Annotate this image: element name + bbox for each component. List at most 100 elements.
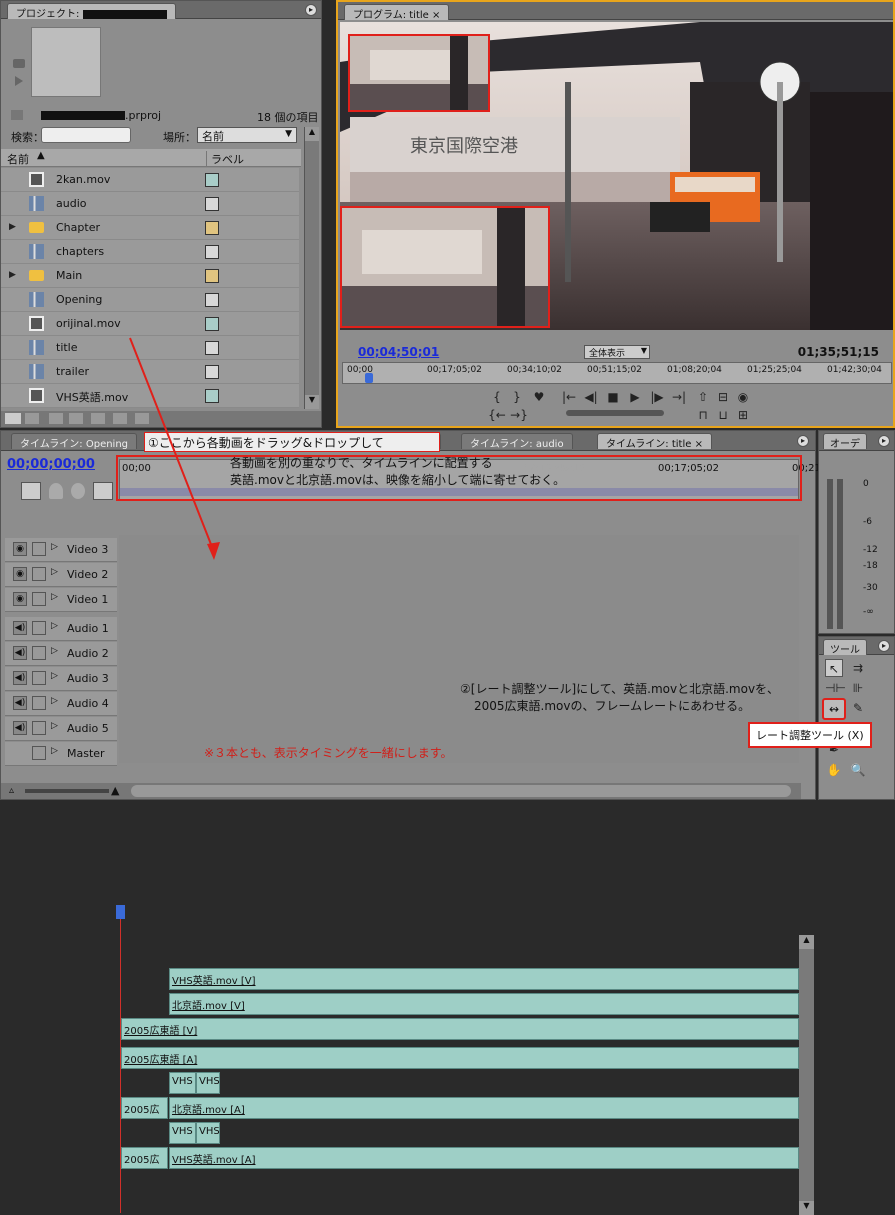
- new-bin-icon[interactable]: [91, 413, 105, 424]
- razor-tool-icon[interactable]: ✎: [849, 699, 867, 717]
- lock-toggle[interactable]: [32, 542, 46, 556]
- panel-menu-icon[interactable]: ▸: [797, 435, 809, 447]
- label-swatch[interactable]: [205, 293, 219, 307]
- project-list-item[interactable]: chapters: [1, 240, 299, 264]
- clip-a4-vhs-1[interactable]: VHS: [169, 1122, 196, 1144]
- tab-timeline-title[interactable]: タイムライン: title ×: [597, 433, 712, 450]
- eye-icon[interactable]: ◉: [13, 592, 27, 606]
- stop-icon[interactable]: ■: [604, 388, 622, 406]
- tab-timeline-audio[interactable]: タイムライン: audio: [461, 433, 573, 450]
- expand-triangle-icon[interactable]: ▶: [9, 222, 16, 232]
- delete-icon[interactable]: [135, 413, 149, 424]
- scroll-down-icon[interactable]: ▼: [799, 1201, 814, 1215]
- shuttle-slider[interactable]: [566, 410, 664, 416]
- panel-menu-icon[interactable]: ▸: [878, 640, 890, 652]
- zoom-tool-icon[interactable]: 🔍: [849, 761, 867, 779]
- lock-toggle[interactable]: [32, 646, 46, 660]
- lock-toggle[interactable]: [32, 746, 46, 760]
- export-frame-icon[interactable]: ◉: [734, 388, 752, 406]
- tab-timeline-opening[interactable]: タイムライン: Opening: [11, 433, 138, 450]
- extract-icon[interactable]: ⊟: [714, 388, 732, 406]
- panel-menu-icon[interactable]: ▸: [305, 4, 317, 16]
- program-ruler[interactable]: 00;00 00;17;05;02 00;34;10;02 00;51;15;02 01…: [342, 362, 892, 384]
- scroll-up-icon[interactable]: ▲: [799, 935, 814, 949]
- clip-a1-2005-cantonese[interactable]: 2005広東語 [A]: [121, 1047, 799, 1069]
- marker-icon[interactable]: ♥: [530, 388, 548, 406]
- mark-out-icon[interactable]: }: [508, 388, 526, 406]
- rate-stretch-tool-button[interactable]: ↭: [822, 698, 846, 720]
- lock-toggle[interactable]: [32, 696, 46, 710]
- trim-icon[interactable]: ⊓: [694, 406, 712, 424]
- lock-toggle[interactable]: [32, 592, 46, 606]
- label-swatch[interactable]: [205, 245, 219, 259]
- expand-track-icon[interactable]: ▷: [51, 567, 58, 577]
- speaker-icon[interactable]: ◀): [13, 696, 27, 710]
- label-swatch[interactable]: [205, 221, 219, 235]
- close-icon[interactable]: ×: [691, 439, 703, 450]
- program-current-tc[interactable]: 00;04;50;01: [358, 345, 439, 359]
- selection-tool-icon[interactable]: ↖: [825, 659, 843, 677]
- label-swatch[interactable]: [205, 389, 219, 403]
- clip-a5-vhs-english[interactable]: VHS英語.mov [A]: [169, 1147, 799, 1169]
- label-swatch[interactable]: [205, 197, 219, 211]
- col-label-header[interactable]: ラベル: [206, 151, 244, 167]
- scroll-down-icon[interactable]: ▼: [305, 395, 319, 409]
- project-list-item[interactable]: ▶ Main: [1, 264, 299, 288]
- project-list-item[interactable]: ▶ Chapter: [1, 216, 299, 240]
- work-area-bar[interactable]: [120, 488, 798, 496]
- goto-in-icon[interactable]: {←: [488, 406, 506, 424]
- close-icon[interactable]: ×: [432, 10, 440, 21]
- encore-marker-icon[interactable]: [71, 483, 85, 499]
- project-scrollbar[interactable]: ▲ ▼: [304, 127, 319, 409]
- location-select[interactable]: 名前 ▼: [197, 127, 297, 143]
- goto-next-icon[interactable]: →|: [670, 388, 688, 406]
- step-forward-icon[interactable]: |▶: [648, 388, 666, 406]
- project-list-item[interactable]: trailer: [1, 360, 299, 384]
- horizontal-scrollbar[interactable]: [131, 785, 791, 797]
- expand-track-icon[interactable]: ▷: [51, 671, 58, 681]
- set-marker-icon[interactable]: [49, 483, 63, 499]
- play-thumbnail-icon[interactable]: [15, 76, 23, 86]
- hand-tool-icon[interactable]: ✋: [825, 761, 843, 779]
- play-icon[interactable]: ▶: [626, 388, 644, 406]
- automate-icon[interactable]: [49, 413, 63, 424]
- project-list-item[interactable]: Opening: [1, 288, 299, 312]
- col-name-header[interactable]: 名前: [7, 151, 29, 167]
- label-swatch[interactable]: [205, 317, 219, 331]
- scroll-up-icon[interactable]: ▲: [305, 127, 319, 141]
- master-blank-icon[interactable]: [13, 746, 27, 760]
- list-view-icon[interactable]: [5, 413, 21, 424]
- goto-prev-icon[interactable]: |←: [560, 388, 578, 406]
- camera-icon[interactable]: [13, 59, 25, 68]
- clip-v3-vhs-english[interactable]: VHS英語.mov [V]: [169, 968, 799, 990]
- clip-v2-beijing[interactable]: 北京語.mov [V]: [169, 993, 799, 1015]
- mark-in-icon[interactable]: {: [488, 388, 506, 406]
- tab-program[interactable]: プログラム: title ×: [344, 4, 450, 21]
- timeline-display-icon[interactable]: [93, 482, 113, 500]
- timeline-current-tc[interactable]: 00;00;00;00: [7, 457, 95, 472]
- label-swatch[interactable]: [205, 365, 219, 379]
- label-swatch[interactable]: [205, 173, 219, 187]
- goto-out-icon[interactable]: →}: [510, 406, 528, 424]
- lock-toggle[interactable]: [32, 671, 46, 685]
- new-item-icon[interactable]: [113, 413, 127, 424]
- zoom-in-icon[interactable]: ▲: [111, 784, 119, 797]
- project-list-item[interactable]: audio: [1, 192, 299, 216]
- output-icon[interactable]: ⊞: [734, 406, 752, 424]
- lock-toggle[interactable]: [32, 721, 46, 735]
- clip-a4-vhs-2[interactable]: VHS: [196, 1122, 220, 1144]
- project-list-item[interactable]: orijinal.mov: [1, 312, 299, 336]
- eye-icon[interactable]: ◉: [13, 542, 27, 556]
- speaker-icon[interactable]: ◀): [13, 621, 27, 635]
- clip-a3-beijing[interactable]: 北京語.mov [A]: [169, 1097, 799, 1119]
- expand-track-icon[interactable]: ▷: [51, 542, 58, 552]
- clip-v1-2005-cantonese[interactable]: 2005広東語 [V]: [121, 1018, 799, 1040]
- expand-track-icon[interactable]: ▷: [51, 721, 58, 731]
- project-list-item[interactable]: VHS英語.mov: [1, 384, 299, 408]
- playhead-icon[interactable]: [365, 373, 373, 383]
- rolling-edit-tool-icon[interactable]: ⊪: [849, 679, 867, 697]
- clip-a2-vhs-2[interactable]: VHS: [196, 1072, 220, 1094]
- lock-toggle[interactable]: [32, 621, 46, 635]
- tab-tools[interactable]: ツール: [823, 639, 867, 656]
- clip-a5-2005[interactable]: 2005広: [121, 1147, 168, 1169]
